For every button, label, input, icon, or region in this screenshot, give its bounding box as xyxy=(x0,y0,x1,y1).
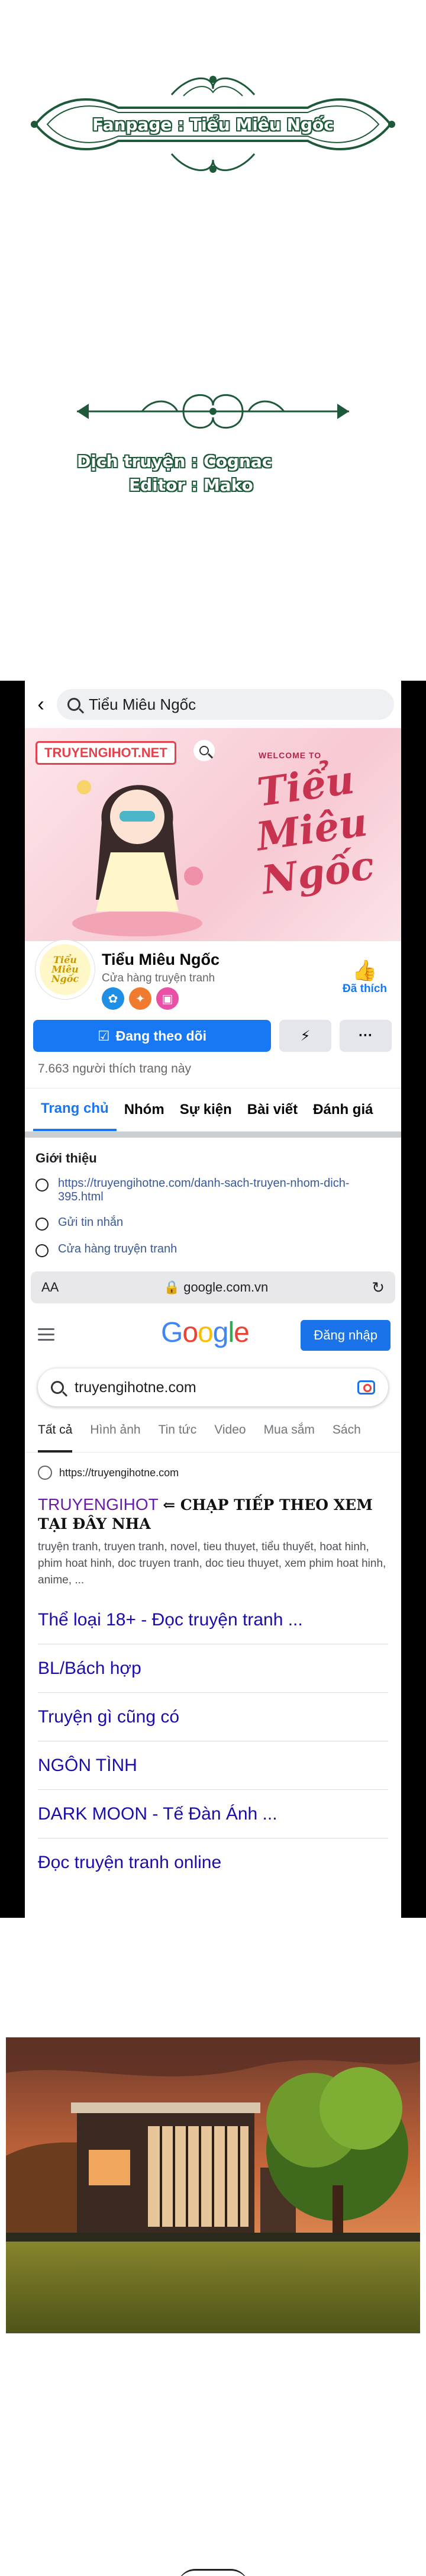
search-result: https://truyengihotne.com TRUYENGIHOT ⇐ … xyxy=(25,1453,401,1887)
fanpage-banner: Fanpage : Tiểu Miêu Ngốc xyxy=(24,71,402,178)
badge-pink-icon: ▣ xyxy=(156,987,179,1010)
translator-credit: Dịch truyện : Cognac xyxy=(77,452,272,471)
page-badges: ✿ ✦ ▣ xyxy=(102,987,179,1010)
fanpage-label: Fanpage : Tiểu Miêu Ngốc xyxy=(92,114,334,134)
page-name: Tiểu Miêu Ngốc xyxy=(102,951,220,968)
messenger-button[interactable]: ⚡ xyxy=(279,1020,331,1052)
intro-link-row[interactable]: https://truyengihotne.com/danh-sach-truy… xyxy=(25,1171,401,1210)
next-panel-edge xyxy=(178,2569,248,2576)
tab-groups[interactable]: Nhóm xyxy=(117,1089,172,1131)
intro-message-row[interactable]: Gửi tin nhắn xyxy=(25,1210,401,1237)
google-tab-all[interactable]: Tất cả xyxy=(38,1423,73,1453)
divider-ornament xyxy=(77,394,349,429)
globe-icon xyxy=(36,1178,49,1192)
sitelink[interactable]: NGÔN TÌNH xyxy=(38,1741,388,1790)
following-label: Đang theo dõi xyxy=(115,1028,206,1044)
intro-category-row: Cửa hàng truyện tranh xyxy=(25,1237,401,1263)
intro-heading: Giới thiệu xyxy=(36,1151,97,1165)
result-title[interactable]: TRUYENGIHOT ⇐ CHẠP TIẾP THEO XEM TẠI ĐÂY… xyxy=(38,1495,388,1533)
messenger-small-icon xyxy=(36,1218,49,1231)
editor-credit: Editor : Mako xyxy=(129,475,253,495)
search-icon xyxy=(67,698,80,711)
google-search-box[interactable]: truyengihotne.com xyxy=(38,1368,388,1406)
phone-screenshot: ‹ Tiểu Miêu Ngốc TRUYENGIHOT.NET WELCOME… xyxy=(0,681,426,1918)
tab-posts[interactable]: Bài viết xyxy=(240,1089,305,1131)
text-size-button[interactable]: AA xyxy=(41,1280,71,1295)
cover-girl-illustration xyxy=(72,780,203,936)
likes-count: 7.663 người thích trang này xyxy=(38,1062,191,1076)
google-header: Google Đăng nhập xyxy=(25,1303,401,1365)
result-title-text[interactable]: TRUYENGIHOT xyxy=(38,1495,158,1514)
google-tab-video[interactable]: Video xyxy=(214,1423,246,1452)
google-tab-books[interactable]: Sách xyxy=(333,1423,361,1452)
page: Fanpage : Tiểu Miêu Ngốc Dịch truyện : C… xyxy=(0,0,426,2576)
google-tab-images[interactable]: Hình ảnh xyxy=(90,1423,140,1452)
tab-reviews[interactable]: Đánh giá xyxy=(305,1089,380,1131)
translation-credits: Dịch truyện : Cognac Editor : Mako xyxy=(77,450,314,497)
section-separator xyxy=(25,1132,401,1138)
sitelink[interactable]: Đọc truyện tranh online xyxy=(38,1838,388,1887)
facebook-top-bar: ‹ Tiểu Miêu Ngốc xyxy=(25,681,401,728)
following-button[interactable]: ☑ Đang theo dõi xyxy=(33,1020,271,1052)
cover-title: Tiểu Miêu Ngốc xyxy=(253,756,377,904)
phone-screen: ‹ Tiểu Miêu Ngốc TRUYENGIHOT.NET WELCOME… xyxy=(25,681,401,1918)
sitelink[interactable]: Truyện gì cũng có xyxy=(38,1693,388,1741)
page-avatar[interactable]: Tiểu Miêu Ngốc xyxy=(36,940,95,999)
google-search-value[interactable]: truyengihotne.com xyxy=(75,1379,196,1396)
page-actions: ☑ Đang theo dõi ⚡ ··· xyxy=(25,1018,401,1054)
sign-in-button[interactable]: Đăng nhập xyxy=(301,1320,390,1351)
avatar-logo: Tiểu Miêu Ngốc xyxy=(40,944,91,995)
sitelink[interactable]: BL/Bách hợp xyxy=(38,1644,388,1693)
profile-header: Tiểu Miêu Ngốc Tiểu Miêu Ngốc Cửa hàng t… xyxy=(25,940,401,1018)
messenger-icon: ⚡ xyxy=(300,1028,311,1044)
google-tabs: Tất cả Hình ảnh Tin tức Video Mua sắm Sá… xyxy=(25,1406,401,1453)
thumbs-up-icon: 👍 xyxy=(352,959,377,982)
google-search-icon xyxy=(51,1381,64,1394)
liked-label: Đã thích xyxy=(343,983,387,995)
facebook-search-bar[interactable]: Tiểu Miêu Ngốc xyxy=(57,689,394,720)
address-url[interactable]: 🔒 google.com.vn xyxy=(71,1280,361,1295)
facebook-search-query: Tiểu Miêu Ngốc xyxy=(89,695,196,713)
liked-button[interactable]: 👍 Đã thích xyxy=(343,959,387,996)
result-source[interactable]: https://truyengihotne.com xyxy=(38,1466,388,1480)
sitelinks: Thể loại 18+ - Đọc truyện tranh ... BL/B… xyxy=(38,1596,388,1887)
tab-home[interactable]: Trang chủ xyxy=(33,1089,117,1131)
badge-blue-icon: ✿ xyxy=(102,987,124,1010)
google-logo: Google xyxy=(161,1317,250,1348)
cover-welcome-text: WELCOME TO xyxy=(259,751,322,760)
google-tab-shopping[interactable]: Mua sắm xyxy=(264,1423,315,1452)
result-snippet: truyện tranh, truyen tranh, novel, tieu … xyxy=(38,1541,386,1586)
tag-icon xyxy=(36,1244,49,1257)
intro-link[interactable]: https://truyengihotne.com/danh-sach-truy… xyxy=(58,1177,390,1204)
cover-photo: TRUYENGIHOT.NET WELCOME TO Tiểu Miêu Ngố… xyxy=(25,728,401,941)
more-options-label: ··· xyxy=(359,1028,373,1044)
page-tabs: Trang chủ Nhóm Sự kiện Bài viết Đánh giá xyxy=(25,1088,401,1132)
sitelink[interactable]: DARK MOON - Tế Đàn Ánh ... xyxy=(38,1790,388,1838)
back-arrow-icon[interactable]: ‹ xyxy=(32,693,50,716)
house-sunset-illustration xyxy=(6,2037,420,2333)
page-category: Cửa hàng truyện tranh xyxy=(102,972,215,984)
site-favicon-icon xyxy=(38,1466,52,1480)
tab-events[interactable]: Sự kiện xyxy=(172,1089,240,1131)
result-source-url: https://truyengihotne.com xyxy=(59,1466,179,1479)
browser-address-bar[interactable]: AA 🔒 google.com.vn ↻ xyxy=(31,1271,395,1303)
intro-category: Cửa hàng truyện tranh xyxy=(58,1242,178,1255)
badge-orange-icon: ✦ xyxy=(129,987,151,1010)
more-options-button[interactable]: ··· xyxy=(340,1020,392,1052)
google-lens-icon[interactable] xyxy=(357,1380,375,1395)
intro-message[interactable]: Gửi tin nhắn xyxy=(58,1216,123,1229)
follow-icon: ☑ xyxy=(98,1028,110,1044)
reload-icon[interactable]: ↻ xyxy=(361,1279,385,1297)
sitelink[interactable]: Thể loại 18+ - Đọc truyện tranh ... xyxy=(38,1596,388,1644)
hamburger-menu-icon[interactable] xyxy=(38,1328,54,1341)
google-tab-news[interactable]: Tin tức xyxy=(159,1423,197,1452)
